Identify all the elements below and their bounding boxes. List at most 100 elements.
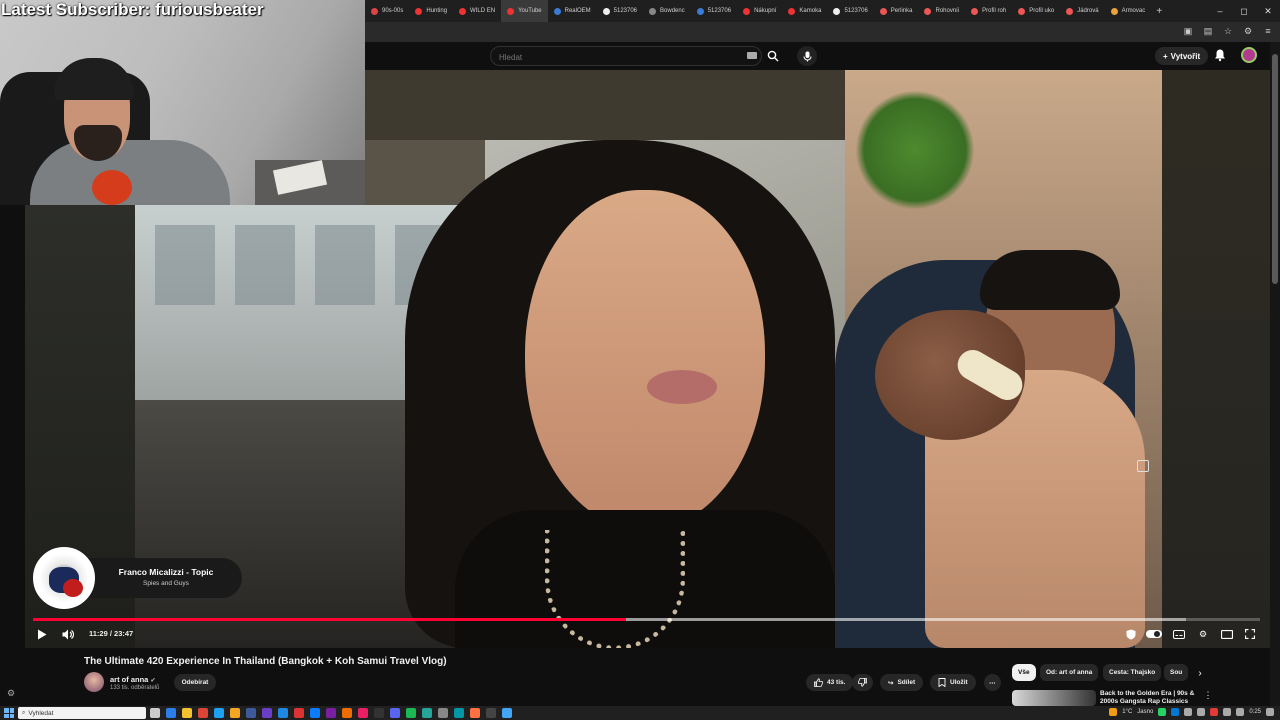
browser-tab[interactable]: Profil uko <box>1012 0 1060 22</box>
tab-label: Armovac <box>1121 8 1146 14</box>
app-icon-10[interactable] <box>342 708 352 718</box>
browser-tab[interactable]: Bowdenc <box>643 0 691 22</box>
subtitles-button[interactable] <box>1172 627 1186 641</box>
network-icon[interactable] <box>1223 708 1232 716</box>
tray-icon-1[interactable] <box>1158 708 1167 716</box>
browser-tab[interactable]: Hunting <box>409 0 453 22</box>
new-tab-button[interactable]: + <box>1151 6 1167 17</box>
share-button[interactable]: ↪ Sdílet <box>880 674 924 691</box>
keyboard-icon[interactable] <box>747 52 757 59</box>
speaker-icon[interactable] <box>1236 708 1245 716</box>
app-icon-1[interactable] <box>166 708 176 718</box>
app-icon-4[interactable] <box>246 708 256 718</box>
channel-name[interactable]: art of anna ✔ <box>110 675 155 684</box>
app-icon-2[interactable] <box>214 708 224 718</box>
dislike-button[interactable] <box>852 674 873 691</box>
browser-tab[interactable]: Profil roh <box>965 0 1012 22</box>
browser-tab[interactable]: 5123706 <box>827 0 873 22</box>
chip-travel-thailand[interactable]: Cesta: Thajsko <box>1103 664 1162 681</box>
firefox-icon[interactable] <box>470 708 480 718</box>
browser-tab[interactable]: Armovac <box>1105 0 1152 22</box>
chip-related[interactable]: Sou <box>1164 664 1188 681</box>
more-actions-button[interactable]: ⋯ <box>984 674 1001 691</box>
save-label: Uložit <box>950 679 968 686</box>
miniplayer-corner-icon[interactable] <box>1137 460 1149 472</box>
settings-button[interactable]: ⚙ <box>1196 627 1210 641</box>
notifications-bell-icon[interactable] <box>1213 48 1227 62</box>
app-icon-8[interactable] <box>310 708 320 718</box>
app-icon-5[interactable] <box>262 708 272 718</box>
app-icon-11[interactable] <box>358 708 368 718</box>
app-icon-15[interactable] <box>438 708 448 718</box>
create-button[interactable]: + Vytvořit <box>1155 47 1209 65</box>
voice-search-button[interactable] <box>797 46 817 66</box>
page-scrollbar[interactable] <box>1270 42 1280 706</box>
adblock-button[interactable] <box>1124 627 1138 641</box>
browser-tab[interactable]: Perlinka <box>874 0 919 22</box>
notifications-icon[interactable] <box>1266 708 1274 716</box>
app-icon-9[interactable] <box>326 708 336 718</box>
browser-tab[interactable]: YouTube <box>501 0 548 22</box>
browser-tab[interactable]: 90s-00s <box>365 0 409 22</box>
extensions-icon[interactable]: ⚙ <box>1242 25 1254 37</box>
bookmark-star-icon[interactable]: ☆ <box>1222 25 1234 37</box>
file-explorer-icon[interactable] <box>182 708 192 718</box>
tray-icon-3[interactable] <box>1184 708 1193 716</box>
app-icon-7[interactable] <box>294 708 304 718</box>
app-icon-3[interactable] <box>230 708 240 718</box>
screenshot-icon[interactable]: ▣ <box>1182 25 1194 37</box>
browser-tab[interactable]: Nákupní <box>737 0 782 22</box>
search-box[interactable] <box>490 46 762 67</box>
channel-avatar[interactable] <box>84 672 104 692</box>
taskbar-search[interactable]: ⌕ Vyhledat <box>18 707 146 719</box>
browser-tab[interactable]: 5123706 <box>691 0 737 22</box>
tray-icon-5[interactable] <box>1210 708 1219 716</box>
chips-next-button[interactable]: › <box>1194 666 1206 680</box>
account-avatar[interactable] <box>1241 47 1257 63</box>
browser-tab[interactable]: Rohovníi <box>918 0 965 22</box>
fullscreen-button[interactable] <box>1243 627 1257 641</box>
app-icon-16[interactable] <box>454 708 464 718</box>
volume-button[interactable] <box>60 627 76 641</box>
app-icon-18[interactable] <box>502 708 512 718</box>
recommended-more-button[interactable]: ⋮ <box>1203 688 1213 702</box>
app-icon-6[interactable] <box>278 708 288 718</box>
autoplay-toggle[interactable] <box>1146 630 1162 638</box>
search-input[interactable] <box>491 48 731 67</box>
like-button[interactable]: 43 tis. <box>806 674 854 691</box>
settings-gear-icon[interactable]: ⚙ <box>7 688 15 699</box>
app-icon-17[interactable] <box>486 708 496 718</box>
browser-tab[interactable]: WILD EN <box>453 0 501 22</box>
subscribe-button[interactable]: Odebírat <box>174 674 216 691</box>
theater-mode-button[interactable] <box>1220 627 1234 641</box>
weather-icon[interactable] <box>1109 708 1118 716</box>
save-button[interactable]: Uložit <box>930 674 976 691</box>
start-button[interactable] <box>4 708 14 718</box>
browser-tab[interactable]: Jádrová <box>1060 0 1104 22</box>
browser-tab[interactable]: RealOEM <box>548 0 597 22</box>
tray-icon-2[interactable] <box>1171 708 1180 716</box>
maximize-button[interactable]: ◻ <box>1232 6 1256 17</box>
chrome-icon[interactable] <box>198 708 208 718</box>
app-icon-13[interactable] <box>406 708 416 718</box>
progress-bar[interactable] <box>33 618 1260 621</box>
browser-tab[interactable]: 5123706 <box>597 0 643 22</box>
play-button[interactable] <box>35 627 49 641</box>
recommended-video-thumbnail[interactable] <box>1012 690 1096 706</box>
search-button[interactable] <box>762 46 784 66</box>
minimize-button[interactable]: – <box>1208 6 1232 16</box>
app-icon-12[interactable] <box>374 708 384 718</box>
browser-tab[interactable]: Kamoka <box>782 0 827 22</box>
app-icon-14[interactable] <box>422 708 432 718</box>
task-view-icon[interactable] <box>150 708 160 718</box>
chip-from-channel[interactable]: Od: art of anna <box>1040 664 1099 681</box>
clock[interactable]: 0:25 <box>1249 709 1261 715</box>
menu-icon[interactable]: ≡ <box>1262 25 1274 37</box>
close-window-button[interactable]: ✕ <box>1256 6 1280 17</box>
scrollbar-thumb[interactable] <box>1272 54 1278 284</box>
recommended-video-title[interactable]: Back to the Golden Era | 90s & 2000s Gan… <box>1100 690 1200 706</box>
tray-icon-4[interactable] <box>1197 708 1206 716</box>
reader-view-icon[interactable]: ▤ <box>1202 25 1214 37</box>
chip-all[interactable]: Vše <box>1012 664 1036 681</box>
discord-icon[interactable] <box>390 708 400 718</box>
